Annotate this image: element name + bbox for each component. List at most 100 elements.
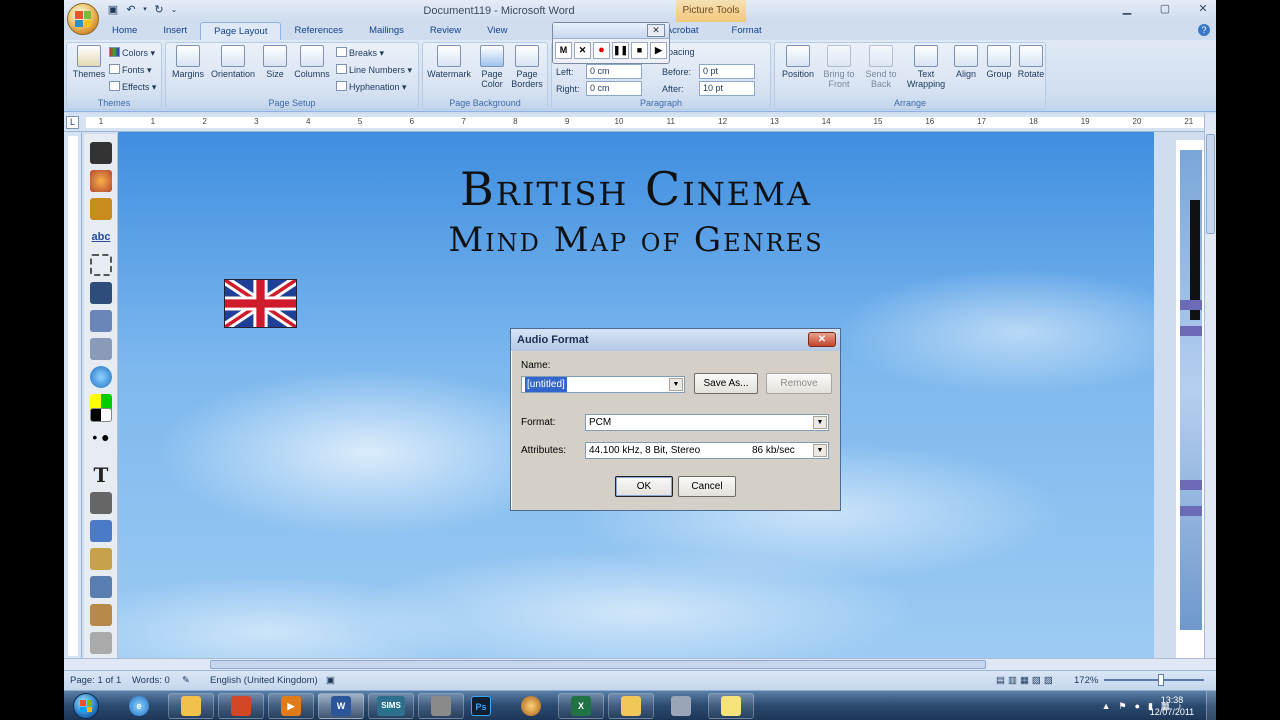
status-words[interactable]: Words: 0 bbox=[132, 675, 170, 686]
text-wrapping-button[interactable]: Text Wrapping bbox=[903, 45, 949, 89]
group-button[interactable]: Group bbox=[983, 45, 1015, 79]
margins-button[interactable]: Margins bbox=[168, 45, 208, 79]
calculator-icon[interactable] bbox=[90, 632, 112, 654]
stop-icon[interactable]: ■ bbox=[631, 42, 648, 59]
taskbar-notes[interactable] bbox=[708, 693, 754, 719]
taskbar-utility[interactable] bbox=[658, 693, 704, 719]
rotate-button[interactable]: Rotate bbox=[1015, 45, 1047, 79]
name-combo[interactable]: [untitled] ▼ bbox=[521, 376, 685, 393]
chevron-down-icon[interactable]: ▼ bbox=[813, 416, 827, 429]
tab-home[interactable]: Home bbox=[106, 22, 150, 40]
taskbar-outlook[interactable] bbox=[168, 693, 214, 719]
dots-icon[interactable]: • ● bbox=[90, 426, 112, 448]
maximize-icon[interactable]: ▢ bbox=[1156, 2, 1174, 18]
horizontal-scroll-thumb[interactable] bbox=[210, 660, 986, 669]
office-button[interactable] bbox=[67, 3, 99, 35]
taskbar-excel[interactable]: X bbox=[558, 693, 604, 719]
tab-view[interactable]: View bbox=[474, 22, 520, 40]
tab-page-layout[interactable]: Page Layout bbox=[200, 22, 282, 41]
play-icon[interactable]: ▶ bbox=[650, 42, 667, 59]
tool-picture-icon[interactable] bbox=[90, 282, 112, 304]
line-numbers-button[interactable]: Line Numbers ▾ bbox=[336, 64, 412, 78]
vertical-scroll-thumb[interactable] bbox=[1206, 134, 1215, 234]
vertical-scrollbar[interactable] bbox=[1204, 114, 1216, 658]
indent-right-input[interactable]: 0 cm bbox=[586, 81, 642, 96]
spacing-before-input[interactable]: 0 pt bbox=[699, 64, 755, 79]
taskbar-sims[interactable]: SIMS bbox=[368, 693, 414, 719]
effects-button[interactable]: Effects ▾ bbox=[109, 81, 156, 95]
tool-shapes-icon[interactable] bbox=[90, 170, 112, 192]
bw-swatch-icon[interactable] bbox=[90, 408, 112, 422]
columns-button[interactable]: Columns bbox=[292, 45, 332, 79]
tab-references[interactable]: References bbox=[281, 22, 356, 40]
watermark-button[interactable]: Watermark bbox=[425, 45, 473, 79]
cancel-button[interactable]: Cancel bbox=[678, 476, 736, 497]
colors-button[interactable]: Colors ▾ bbox=[109, 47, 155, 61]
pause-icon[interactable]: ❚❚ bbox=[612, 42, 629, 59]
tab-mailings[interactable]: Mailings bbox=[356, 22, 417, 40]
indent-left-input[interactable]: 0 cm bbox=[586, 64, 642, 79]
recorder-x-button[interactable]: ✕ bbox=[574, 42, 591, 59]
dialog-close-button[interactable]: ✕ bbox=[808, 332, 836, 347]
format-combo[interactable]: PCM ▼ bbox=[585, 414, 829, 431]
close-window-icon[interactable]: ✕ bbox=[1194, 2, 1212, 18]
show-desktop-button[interactable] bbox=[1206, 691, 1216, 720]
taskbar-word[interactable]: W bbox=[318, 693, 364, 719]
tray-arrow-icon[interactable]: ▲ bbox=[1102, 701, 1111, 711]
taskbar-explorer[interactable] bbox=[608, 693, 654, 719]
tool-select-icon[interactable] bbox=[90, 254, 112, 276]
taskbar-ie[interactable]: e bbox=[116, 693, 162, 719]
recorder-m-button[interactable]: M bbox=[555, 42, 572, 59]
size-button[interactable]: Size bbox=[260, 45, 290, 79]
chevron-down-icon[interactable]: ▼ bbox=[813, 444, 827, 457]
page-borders-button[interactable]: Page Borders bbox=[509, 45, 545, 89]
ok-button[interactable]: OK bbox=[615, 476, 673, 497]
minimize-icon[interactable]: ▁ bbox=[1118, 2, 1136, 18]
spacing-after-input[interactable]: 10 pt bbox=[699, 81, 755, 96]
status-page[interactable]: Page: 1 of 1 bbox=[70, 675, 121, 686]
line-icon[interactable] bbox=[90, 576, 112, 598]
tray-record-icon[interactable]: ● bbox=[1135, 701, 1140, 711]
start-button[interactable] bbox=[66, 691, 106, 720]
tool-crop-icon[interactable] bbox=[90, 310, 112, 332]
taskbar-powerpoint[interactable] bbox=[218, 693, 264, 719]
fill-icon[interactable] bbox=[90, 548, 112, 570]
tab-selector[interactable]: L bbox=[66, 116, 79, 129]
send-to-back-button[interactable]: Send to Back bbox=[861, 45, 901, 89]
help-icon[interactable]: ? bbox=[1198, 24, 1210, 36]
view-buttons[interactable]: ▤▥▦▧▨ bbox=[996, 675, 1056, 686]
attributes-combo[interactable]: 44.100 kHz, 8 Bit, Stereo 86 kb/sec ▼ bbox=[585, 442, 829, 459]
spelling-icon[interactable]: abc bbox=[90, 226, 112, 248]
tab-review[interactable]: Review bbox=[417, 22, 474, 40]
record-icon[interactable]: ● bbox=[593, 42, 610, 59]
text-tool-icon[interactable]: T bbox=[90, 464, 112, 486]
tool-web-icon[interactable] bbox=[90, 366, 112, 388]
tab-format[interactable]: Format bbox=[712, 22, 775, 40]
orientation-button[interactable]: Orientation bbox=[208, 45, 258, 79]
status-zoom[interactable]: 172% bbox=[1074, 675, 1098, 686]
align-button[interactable]: Align bbox=[951, 45, 981, 79]
tray-flag-icon[interactable]: ⚑ bbox=[1119, 701, 1127, 712]
fonts-button[interactable]: Fonts ▾ bbox=[109, 64, 152, 78]
position-button[interactable]: Position bbox=[777, 45, 819, 79]
status-language[interactable]: English (United Kingdom) bbox=[210, 675, 318, 686]
themes-button[interactable]: Themes bbox=[69, 45, 109, 79]
tool-clipart-icon[interactable] bbox=[90, 198, 112, 220]
tab-insert[interactable]: Insert bbox=[150, 22, 200, 40]
remove-button[interactable]: Remove bbox=[766, 373, 832, 394]
zoom-slider[interactable] bbox=[1104, 679, 1204, 681]
macro-record-icon[interactable]: ▣ bbox=[326, 675, 335, 686]
tools-icon[interactable] bbox=[90, 492, 112, 514]
taskbar-photoshop[interactable]: Ps bbox=[458, 693, 504, 719]
clock[interactable]: 13:38 12/07/2011 bbox=[1142, 694, 1202, 718]
taskbar-media[interactable]: ▶ bbox=[268, 693, 314, 719]
brush-icon[interactable] bbox=[90, 604, 112, 626]
save-as-button[interactable]: Save As... bbox=[694, 373, 758, 394]
hyphenation-button[interactable]: Hyphenation ▾ bbox=[336, 81, 407, 95]
pen-icon[interactable] bbox=[90, 520, 112, 542]
page-color-button[interactable]: Page Color bbox=[475, 45, 509, 89]
recorder-close-button[interactable]: ✕ bbox=[647, 24, 665, 37]
tool-frame-icon[interactable] bbox=[90, 142, 112, 164]
union-jack-image[interactable] bbox=[224, 279, 297, 328]
zoom-slider-thumb[interactable] bbox=[1158, 674, 1164, 686]
